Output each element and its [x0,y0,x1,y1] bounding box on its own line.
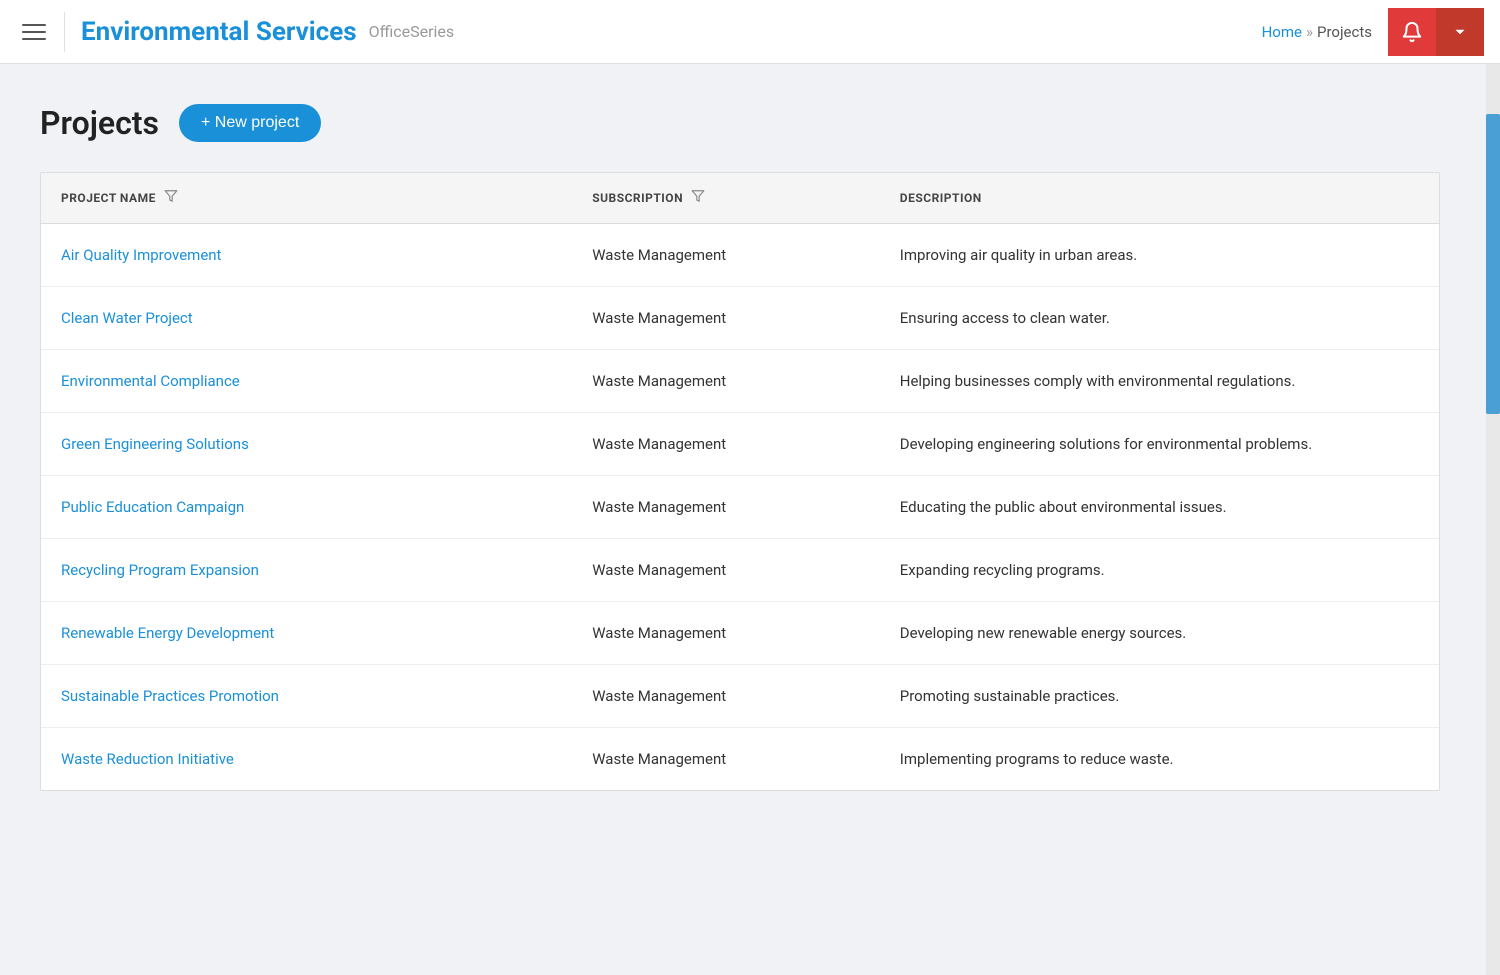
col-header-description: DESCRIPTION [880,173,1439,224]
cell-name: Renewable Energy Development [41,602,572,665]
table-row: Green Engineering Solutions Waste Managem… [41,413,1439,476]
chevron-down-icon [1451,23,1469,41]
breadcrumb-separator: » [1306,23,1313,41]
cell-name: Green Engineering Solutions [41,413,572,476]
table-row: Public Education Campaign Waste Managemen… [41,476,1439,539]
cell-description: Developing new renewable energy sources. [880,602,1439,665]
cell-description: Promoting sustainable practices. [880,665,1439,728]
cell-subscription: Waste Management [572,350,880,413]
main-content: Projects + New project PROJECT NAME [0,64,1500,831]
cell-description: Implementing programs to reduce waste. [880,728,1439,791]
user-dropdown-button[interactable] [1436,8,1484,56]
new-project-button[interactable]: + New project [179,104,321,142]
breadcrumb: Home » Projects [1262,23,1372,41]
table-row: Sustainable Practices Promotion Waste Man… [41,665,1439,728]
header-actions [1388,8,1484,56]
filter-icon-subscription[interactable] [691,189,705,207]
breadcrumb-home[interactable]: Home [1262,23,1302,41]
page-title: Projects [40,104,159,142]
project-link[interactable]: Renewable Energy Development [61,624,274,642]
bell-icon [1401,21,1423,43]
cell-subscription: Waste Management [572,539,880,602]
project-link[interactable]: Green Engineering Solutions [61,435,249,453]
cell-description: Expanding recycling programs. [880,539,1439,602]
table-header: PROJECT NAME SUBSCRIPTION [41,173,1439,224]
cell-subscription: Waste Management [572,476,880,539]
cell-name: Public Education Campaign [41,476,572,539]
app-header: Environmental Services OfficeSeries Home… [0,0,1500,64]
project-link[interactable]: Environmental Compliance [61,372,240,390]
breadcrumb-current: Projects [1317,23,1372,41]
cell-name: Waste Reduction Initiative [41,728,572,791]
project-link[interactable]: Public Education Campaign [61,498,244,516]
cell-description: Ensuring access to clean water. [880,287,1439,350]
cell-subscription: Waste Management [572,665,880,728]
table-row: Recycling Program Expansion Waste Managem… [41,539,1439,602]
table-row: Environmental Compliance Waste Management… [41,350,1439,413]
page-header: Projects + New project [40,104,1440,142]
project-link[interactable]: Recycling Program Expansion [61,561,259,579]
cell-subscription: Waste Management [572,413,880,476]
table-row: Air Quality Improvement Waste ManagementI… [41,224,1439,287]
cell-name: Air Quality Improvement [41,224,572,287]
app-subtitle: OfficeSeries [369,22,455,41]
project-link[interactable]: Clean Water Project [61,309,193,327]
projects-table: PROJECT NAME SUBSCRIPTION [41,173,1439,790]
cell-subscription: Waste Management [572,602,880,665]
table-body: Air Quality ImprovementWaste ManagementI… [41,224,1439,791]
menu-icon[interactable] [16,14,52,50]
table-row: Clean Water Project Waste ManagementEnsur… [41,287,1439,350]
cell-subscription: Waste Management [572,224,880,287]
filter-icon-name[interactable] [164,189,178,207]
project-link[interactable]: Waste Reduction Initiative [61,750,234,768]
project-link[interactable]: Air Quality Improvement [61,246,221,264]
cell-description: Helping businesses comply with environme… [880,350,1439,413]
cell-subscription: Waste Management [572,287,880,350]
col-header-subscription: SUBSCRIPTION [572,173,880,224]
bell-button[interactable] [1388,8,1436,56]
table-row: Renewable Energy Development Waste Manage… [41,602,1439,665]
col-header-name: PROJECT NAME [41,173,572,224]
cell-name: Environmental Compliance [41,350,572,413]
cell-description: Improving air quality in urban areas. [880,224,1439,287]
header-divider [64,12,65,52]
projects-table-container: PROJECT NAME SUBSCRIPTION [40,172,1440,791]
cell-name: Sustainable Practices Promotion [41,665,572,728]
cell-name: Recycling Program Expansion [41,539,572,602]
cell-subscription: Waste Management [572,728,880,791]
cell-description: Developing engineering solutions for env… [880,413,1439,476]
app-title: Environmental Services [81,17,357,47]
project-link[interactable]: Sustainable Practices Promotion [61,687,279,705]
cell-name: Clean Water Project [41,287,572,350]
cell-description: Educating the public about environmental… [880,476,1439,539]
table-row: Waste Reduction Initiative Waste Manageme… [41,728,1439,791]
